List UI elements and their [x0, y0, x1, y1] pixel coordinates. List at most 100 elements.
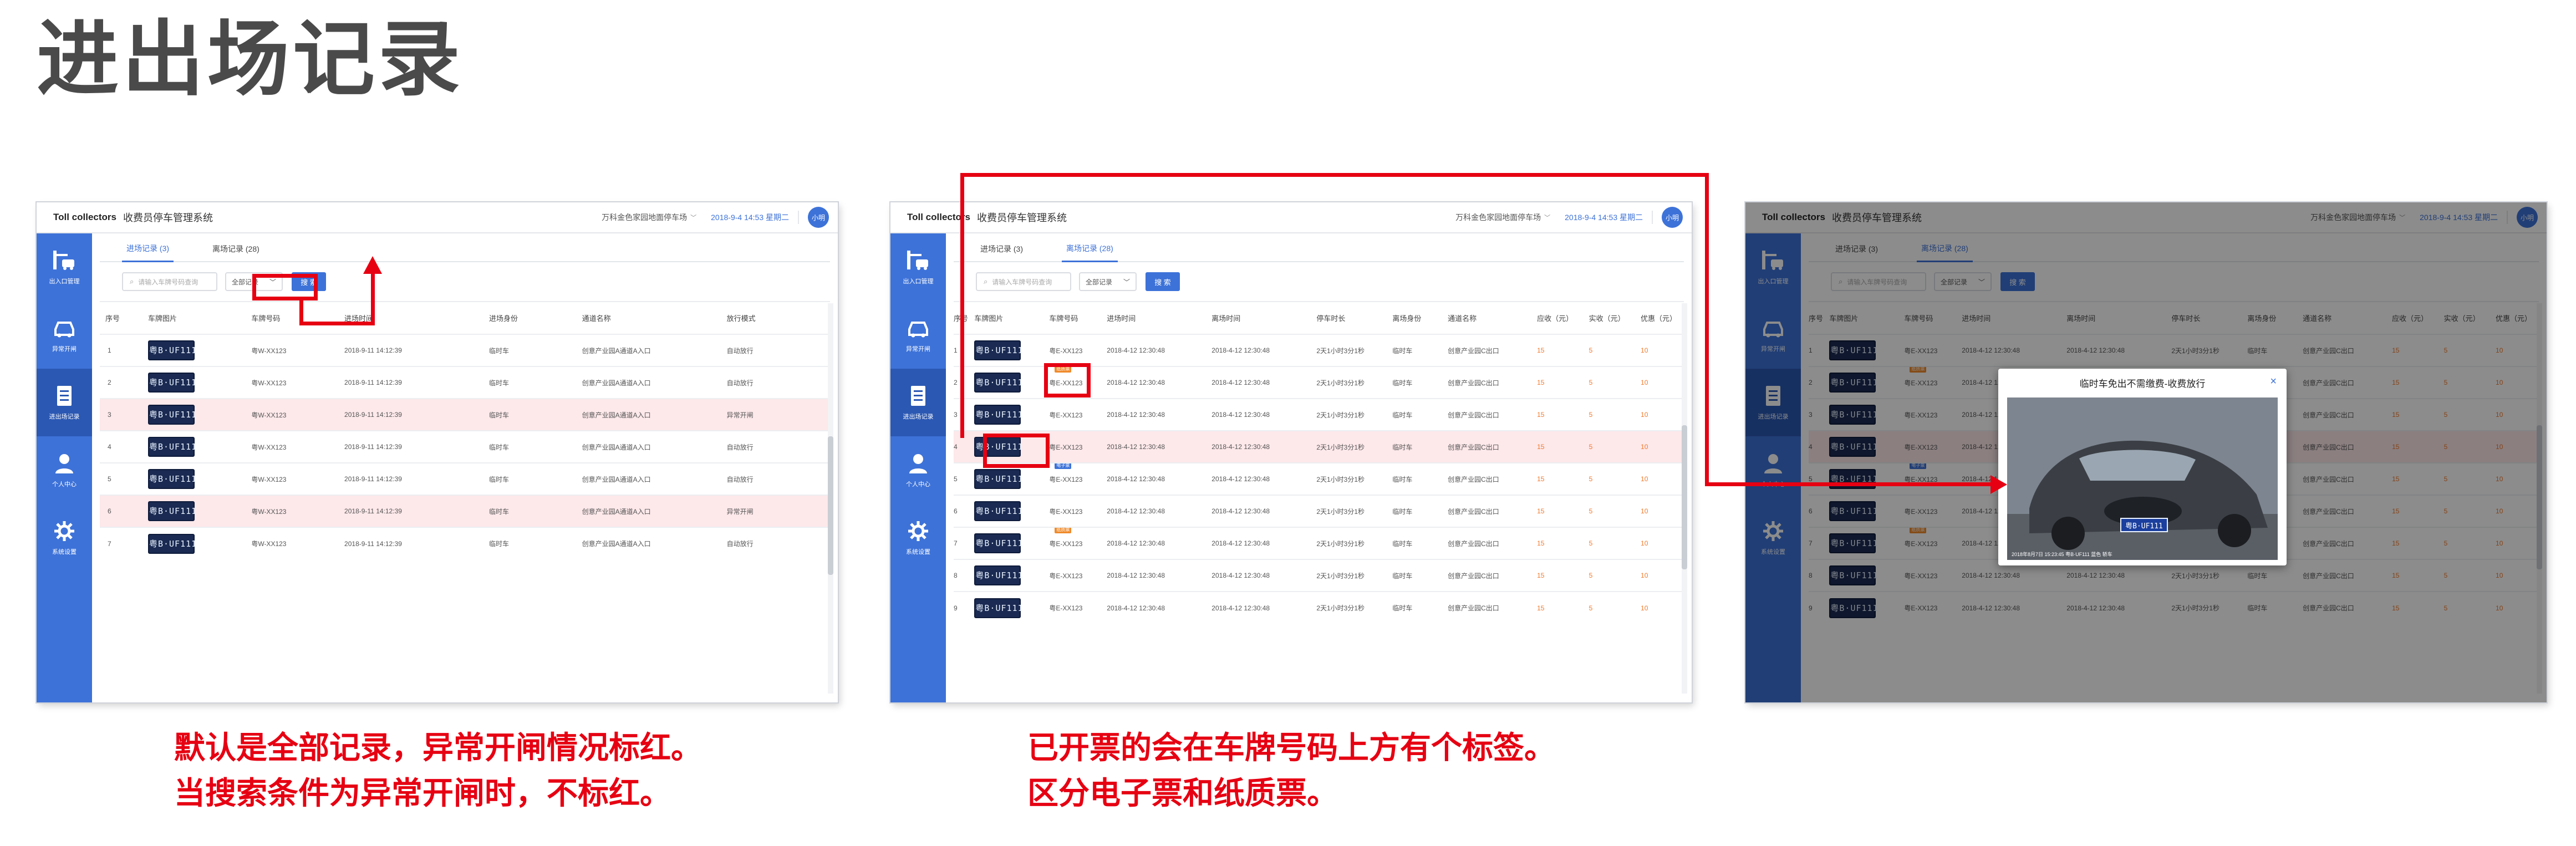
- scrollbar[interactable]: [828, 303, 833, 694]
- annotation-line: [299, 322, 375, 325]
- plate-image-text: 粤B·UF111: [974, 533, 1023, 553]
- table-row[interactable]: 3粤B·UF111粤E-XX1232018-4-12 12:30:482018-…: [954, 398, 1684, 431]
- search-input[interactable]: ⌕ 请输入车牌号码查询: [122, 272, 217, 291]
- sidebar-item[interactable]: 异常开闸: [37, 301, 92, 369]
- plate-image[interactable]: 粤B·UF111: [974, 565, 1023, 585]
- plate-number: 纸质票 粤E-XX123: [1049, 527, 1107, 559]
- entry-time: 2018-9-11 14:12:39: [344, 366, 489, 399]
- plate-image-cell: 粤B·UF111: [974, 527, 1050, 559]
- plate-image[interactable]: 粤B·UF111: [147, 437, 196, 457]
- column-header: 通道名称: [582, 314, 611, 323]
- filter-bar: ⌕ 请输入车牌号码查询 全部记录 ﹀ 搜 索: [954, 262, 1684, 302]
- sidebar-item[interactable]: 出入口管理: [890, 233, 946, 301]
- tab-entry-records[interactable]: 进场记录 (3): [976, 243, 1027, 261]
- table-row[interactable]: 7 粤B·UF111 粤W-XX123 2018-9-11 14:12:39 临时车 创意…: [100, 527, 830, 559]
- chevron-down-icon[interactable]: ﹀: [690, 213, 696, 222]
- plate-image[interactable]: 粤B·UF111: [974, 340, 1023, 360]
- table-row[interactable]: 6粤B·UF111 粤E-XX123 2018-4-12 12:30:482018-…: [954, 495, 1684, 527]
- plate-image[interactable]: 粤B·UF111: [147, 405, 196, 425]
- channel-name: 创意产业园C出口: [1448, 495, 1538, 527]
- sidebar-item[interactable]: 异常开闸: [890, 301, 946, 369]
- plate-image[interactable]: 粤B·UF111: [974, 373, 1023, 393]
- table-row[interactable]: 8 粤B·UF111 粤E-XX123 2018-4-12 12:30:48 2018-…: [954, 559, 1684, 592]
- dialog-title-text: 临时车免出不需缴费-收费放行: [2079, 378, 2206, 389]
- row-number: 7: [954, 527, 975, 559]
- chevron-down-icon[interactable]: ﹀: [1544, 213, 1550, 222]
- search-input[interactable]: ⌕ 请输入车牌号码查询: [976, 272, 1071, 291]
- plate-image[interactable]: 粤B·UF111: [147, 340, 196, 360]
- sidebar-item[interactable]: 系统设置: [890, 504, 946, 572]
- plate-image[interactable]: 粤B·UF111: [974, 501, 1023, 521]
- tab-exit-records[interactable]: 离场记录 (28): [208, 243, 264, 261]
- exit-identity: 临时车: [1392, 591, 1448, 624]
- sidebar-item[interactable]: 进出场记录: [37, 369, 92, 436]
- sidebar-item[interactable]: 个人中心: [890, 436, 946, 504]
- plate-image[interactable]: 粤B·UF111: [974, 469, 1023, 489]
- amount-discount: 10: [1641, 527, 1684, 559]
- table-row[interactable]: 7粤B·UF111纸质票粤E-XX1232018-4-12 12:30:4820…: [954, 527, 1684, 559]
- parking-lot-selector[interactable]: 万科金色家园地面停车场: [602, 212, 687, 223]
- sidebar-item-label: 出入口管理: [49, 278, 80, 285]
- sidebar-item[interactable]: 进出场记录: [890, 369, 946, 436]
- search-button[interactable]: 搜 索: [1146, 272, 1180, 291]
- sidebar-item-label: 异常开闸: [52, 346, 77, 353]
- column-header: 车牌图片: [974, 314, 1004, 323]
- caption-line: 默认是全部记录，异常开闸情况标红。: [174, 730, 702, 766]
- sidebar-item[interactable]: 个人中心: [37, 436, 92, 504]
- paper-ticket-tag: 纸质票: [1055, 528, 1072, 533]
- release-mode: 异常开闸: [726, 495, 830, 527]
- column-header: 车牌号码: [1049, 314, 1078, 323]
- caption-line: 当搜索条件为异常开闸时，不标红。: [174, 776, 671, 812]
- sidebar-item[interactable]: 出入口管理: [37, 233, 92, 301]
- exit-identity: 临时车: [1392, 398, 1448, 431]
- table-row[interactable]: 5 粤B·UF111 粤W-XX123 2018-9-11 14:12:39 临时车 创意…: [100, 462, 830, 495]
- parking-lot-selector[interactable]: 万科金色家园地面停车场: [1455, 212, 1541, 223]
- top-bar: Toll collectors 收费员停车管理系统 万科金色家园地面停车场 ﹀ 2018…: [890, 202, 1692, 233]
- sidebar-item-label: 进出场记录: [903, 414, 934, 420]
- plate-number: 粤W-XX123: [251, 527, 345, 559]
- exit-time: 2018-4-12 12:30:48: [1211, 430, 1317, 463]
- amount-discount: 10: [1641, 398, 1684, 431]
- record-filter-select[interactable]: 全部记录 ﹀: [1079, 272, 1137, 291]
- amount-paid: 5: [1589, 398, 1641, 431]
- row-number: 1: [100, 334, 148, 366]
- plate-image-cell: 粤B·UF111: [974, 495, 1050, 527]
- plate-image[interactable]: 粤B·UF111: [147, 469, 196, 489]
- plate-image[interactable]: 粤B·UF111: [974, 533, 1023, 553]
- amount-due: 15: [1537, 462, 1589, 495]
- close-icon[interactable]: ×: [2270, 375, 2277, 388]
- scrollbar-thumb[interactable]: [1682, 425, 1687, 569]
- table-row[interactable]: 4粤B·UF111粤E-XX1232018-4-12 12:30:482018-…: [954, 430, 1684, 463]
- table-row[interactable]: 1 粤B·UF111 粤W-XX123 2018-9-11 14:12:39 临时车 创意…: [100, 334, 830, 366]
- scrollbar[interactable]: [1682, 303, 1687, 694]
- plate-image[interactable]: 粤B·UF111: [974, 598, 1023, 618]
- plate-image[interactable]: 粤B·UF111: [147, 533, 196, 554]
- plate-image-text: 粤B·UF111: [147, 340, 196, 360]
- table-row[interactable]: 1 粤B·UF111 粤E-XX123 2018-4-12 12:30:48 2018-…: [954, 334, 1684, 366]
- table-row[interactable]: 3 粤B·UF111 粤W-XX123 2018-9-11 14:12:39 临时车 创意…: [100, 398, 830, 431]
- table-row[interactable]: 5粤B·UF111电子票粤E-XX1232018-4-12 12:30:4820…: [954, 462, 1684, 495]
- table-row[interactable]: 2 粤B·UF111 粤W-XX123 2018-9-11 14:12:39 临时车 创意…: [100, 366, 830, 399]
- avatar[interactable]: 小明: [808, 207, 829, 228]
- plate-image-cell: 粤B·UF111: [147, 527, 252, 559]
- plate-image[interactable]: 粤B·UF111: [974, 405, 1023, 425]
- parking-duration: 2天1小时3分1秒: [1316, 430, 1393, 463]
- brand-name: Toll collectors: [53, 212, 116, 222]
- avatar[interactable]: 小明: [1662, 207, 1683, 228]
- table-row[interactable]: 9 粤B·UF111 粤E-XX123 2018-4-12 12:30:48 2018-…: [954, 591, 1684, 624]
- tab-entry-records[interactable]: 进场记录 (3): [122, 243, 174, 262]
- amount-discount: 10: [1641, 559, 1684, 592]
- user-icon: [906, 452, 930, 475]
- tab-exit-records[interactable]: 离场记录 (28): [1062, 243, 1118, 262]
- channel-name: 创意产业园C出口: [1448, 462, 1538, 495]
- table-row[interactable]: 6 粤B·UF111 粤W-XX123 2018-9-11 14:12:39 临时车 创意…: [100, 495, 830, 527]
- e-ticket-tag: 电子票: [1055, 464, 1072, 469]
- channel-name: 创意产业园A通道A入口: [582, 398, 727, 431]
- plate-image[interactable]: 粤B·UF111: [147, 373, 196, 393]
- plate-image[interactable]: 粤B·UF111: [147, 501, 196, 521]
- channel-name: 创意产业园A通道A入口: [582, 366, 727, 399]
- sidebar-item[interactable]: 系统设置: [37, 504, 92, 572]
- scrollbar-thumb[interactable]: [828, 436, 833, 575]
- gear-icon: [52, 519, 77, 543]
- table-row[interactable]: 4 粤B·UF111 粤W-XX123 2018-9-11 14:12:39 临时车 创意…: [100, 430, 830, 463]
